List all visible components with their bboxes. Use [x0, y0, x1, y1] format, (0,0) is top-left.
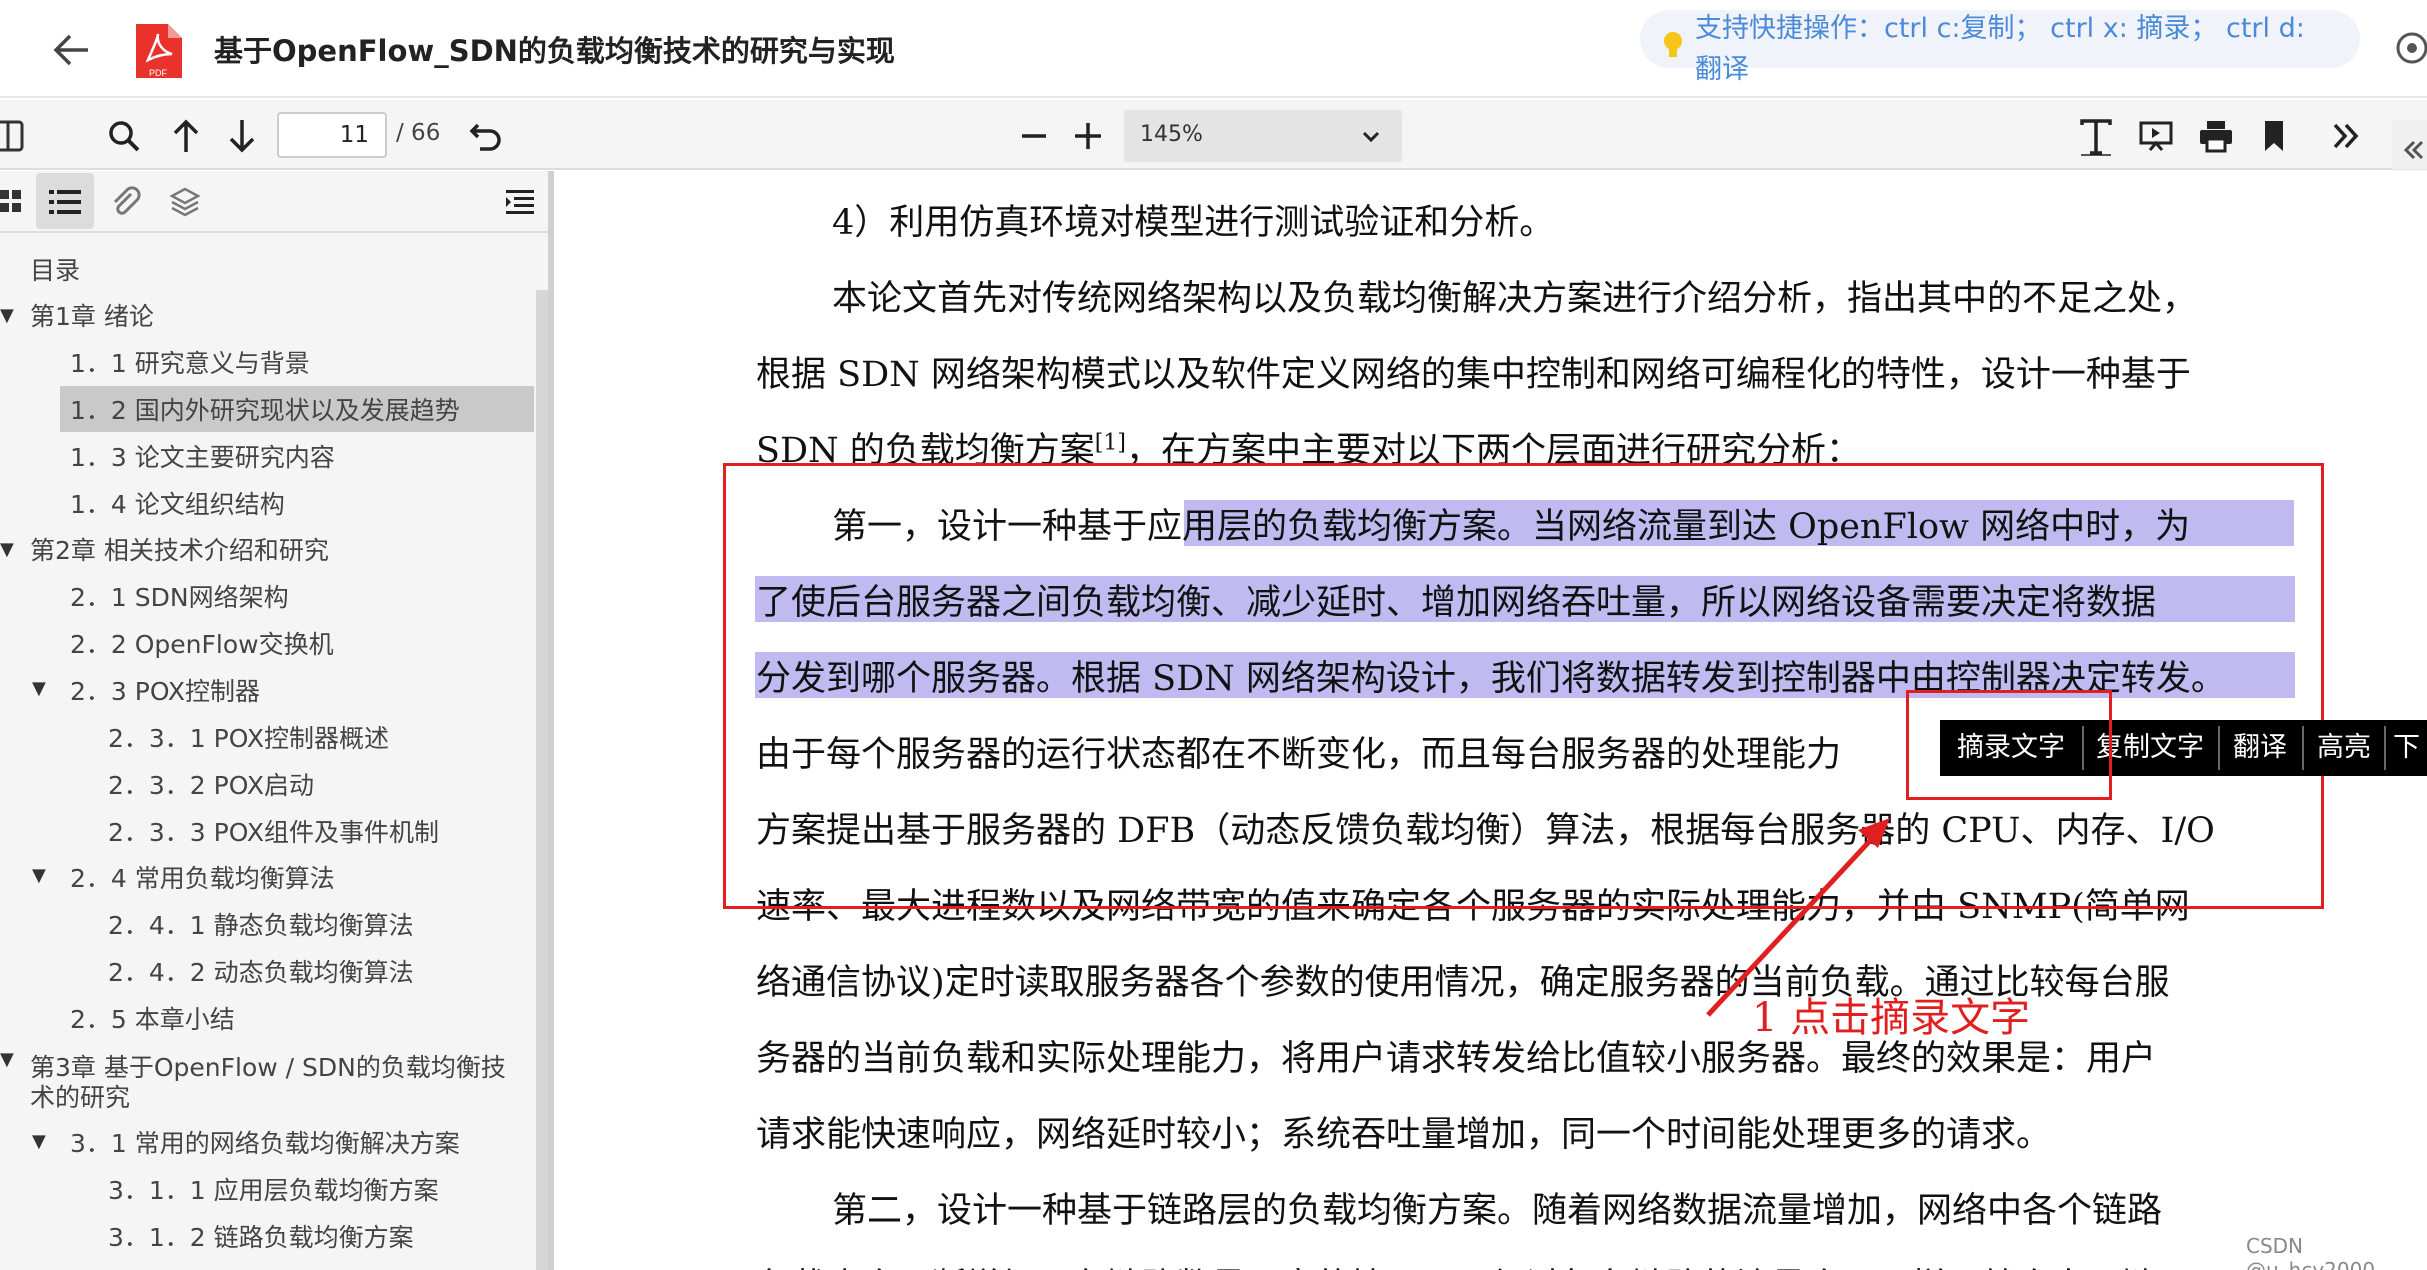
toc-item-2-2[interactable]: 2．2 OpenFlow交换机	[70, 625, 334, 661]
toc-item-2-3-3[interactable]: 2．3．3 POX组件及事件机制	[108, 813, 439, 849]
toc-item-1-4[interactable]: 1．4 论文组织结构	[70, 485, 285, 521]
toc-item-2-3[interactable]: 2．3 POX控制器	[70, 672, 260, 708]
page-number-input[interactable]: 11	[277, 112, 387, 158]
toc-item-2-3-1[interactable]: 2．3．1 POX控制器概述	[108, 719, 389, 755]
text-tool-icon[interactable]	[2074, 114, 2118, 162]
expand-chapter2-icon[interactable]: ▼	[0, 539, 14, 560]
more-chevrons-icon[interactable]	[2324, 114, 2368, 158]
arrow-up-icon[interactable]	[166, 114, 206, 158]
chevron-down-icon[interactable]	[1356, 122, 1386, 152]
toc-item-3-1[interactable]: 3．1 常用的网络负载均衡解决方案	[70, 1124, 460, 1160]
zoom-in-icon[interactable]	[1068, 116, 1108, 156]
tab-thumbnails[interactable]	[0, 184, 24, 218]
search-icon[interactable]	[102, 114, 146, 158]
annotation-label: 1 点击摘录文字	[1752, 995, 2031, 1041]
expand-section-3-1-icon[interactable]: ▼	[32, 1131, 46, 1152]
expand-section-2-4-icon[interactable]: ▼	[32, 865, 46, 886]
shortcut-tip-text: 支持快捷操作：ctrl c:复制； ctrl x: 摘录； ctrl d: 翻译	[1695, 8, 2345, 90]
toc-item-3-1-1[interactable]: 3．1．1 应用层负载均衡方案	[108, 1171, 439, 1207]
toc-item-2-1[interactable]: 2．1 SDN网络架构	[70, 578, 289, 614]
toc-item-3-1-2[interactable]: 3．1．2 链路负载均衡方案	[108, 1218, 414, 1254]
zoom-out-icon[interactable]	[1014, 116, 1054, 156]
toc-item-1-1[interactable]: 1．1 研究意义与背景	[70, 344, 310, 380]
back-arrow-icon[interactable]	[48, 26, 96, 74]
more-button[interactable]: 下	[2386, 720, 2427, 776]
toc-item-1-2[interactable]: 1．2 国内外研究现状以及发展趋势	[70, 391, 460, 427]
pdf-file-icon: PDF	[136, 24, 182, 78]
page-total: / 66	[396, 120, 441, 146]
bookmark-icon[interactable]	[2254, 114, 2294, 158]
toc-item-2-4-1[interactable]: 2．4．1 静态负载均衡算法	[108, 906, 414, 942]
expand-chapter3-icon[interactable]: ▼	[0, 1049, 14, 1070]
tab-outline-list-icon[interactable]	[46, 184, 84, 220]
toc-item-2-4[interactable]: 2．4 常用负载均衡算法	[70, 859, 335, 895]
highlight-button[interactable]: 高亮	[2304, 720, 2384, 776]
doc-line: 第二，设计一种基于链路层的负载均衡方案。随着网络数据流量增加，网络中各个链路	[832, 1191, 2163, 1231]
shortcut-tip-line2: 翻译	[1695, 54, 1749, 85]
expand-chapter1-icon[interactable]: ▼	[0, 305, 14, 326]
arrow-down-icon[interactable]	[222, 114, 262, 158]
document-title: 基于OpenFlow_SDN的负载均衡技术的研究与实现	[214, 34, 895, 68]
presentation-icon[interactable]	[2134, 114, 2178, 158]
doc-line: 本论文首先对传统网络架构以及负载均衡解决方案进行介绍分析，指出其中的不足之处，	[832, 279, 2198, 319]
toc-item-2-4-2[interactable]: 2．4．2 动态负载均衡算法	[108, 953, 414, 989]
watermark: CSDN @u_hcy2000	[2246, 1234, 2376, 1270]
doc-line: 请求能快速响应，网络延时较小；系统吞吐量增加，同一个时间能处理更多的请求。	[756, 1115, 2052, 1155]
pdf-badge: PDF	[149, 68, 168, 78]
annotation-red-box	[723, 463, 2324, 909]
annotation-red-box-small	[1906, 690, 2112, 800]
doc-line: 4）利用仿真环境对模型进行测试验证和分析。	[832, 203, 1555, 243]
toc-item-chapter2[interactable]: 第2章 相关技术介绍和研究	[30, 531, 329, 567]
toc-item-contents[interactable]: 目录	[30, 251, 80, 287]
sidebar-toggle-icon[interactable]	[0, 116, 26, 156]
translate-button[interactable]: 翻译	[2220, 720, 2300, 776]
outline-options-icon[interactable]	[500, 184, 540, 220]
shortcut-tip-line1: 支持快捷操作：ctrl c:复制； ctrl x: 摘录； ctrl d:	[1695, 13, 2305, 44]
settings-icon[interactable]	[2392, 28, 2427, 68]
tab-layers-icon[interactable]	[166, 184, 204, 220]
zoom-value: 145%	[1140, 122, 1203, 147]
toc-item-2-5[interactable]: 2．5 本章小结	[70, 1000, 235, 1036]
toc-item-1-3[interactable]: 1．3 论文主要研究内容	[70, 438, 335, 474]
toc-item-2-3-2[interactable]: 2．3．2 POX启动	[108, 766, 314, 802]
doc-line: 负载也会不断增加，在链路数量不变的情况下，经过每条链路的流量会不一样，就会出现链	[756, 1258, 2156, 1270]
sidebar-scrollbar[interactable]	[536, 290, 548, 1270]
doc-line: 根据 SDN 网络架构模式以及软件定义网络的集中控制和网络可编程化的特性，设计一…	[756, 355, 2191, 395]
print-icon[interactable]	[2194, 114, 2238, 158]
tab-attachment-icon[interactable]	[106, 184, 144, 220]
toc-item-chapter3-line2[interactable]: 术的研究	[30, 1078, 130, 1114]
undo-icon[interactable]	[464, 114, 508, 158]
toc-item-chapter1[interactable]: 第1章 绪论	[30, 297, 154, 333]
expand-section-2-3-icon[interactable]: ▼	[32, 678, 46, 699]
citation[interactable]: [1]	[1095, 430, 1126, 455]
lightbulb-icon	[1664, 32, 1682, 57]
